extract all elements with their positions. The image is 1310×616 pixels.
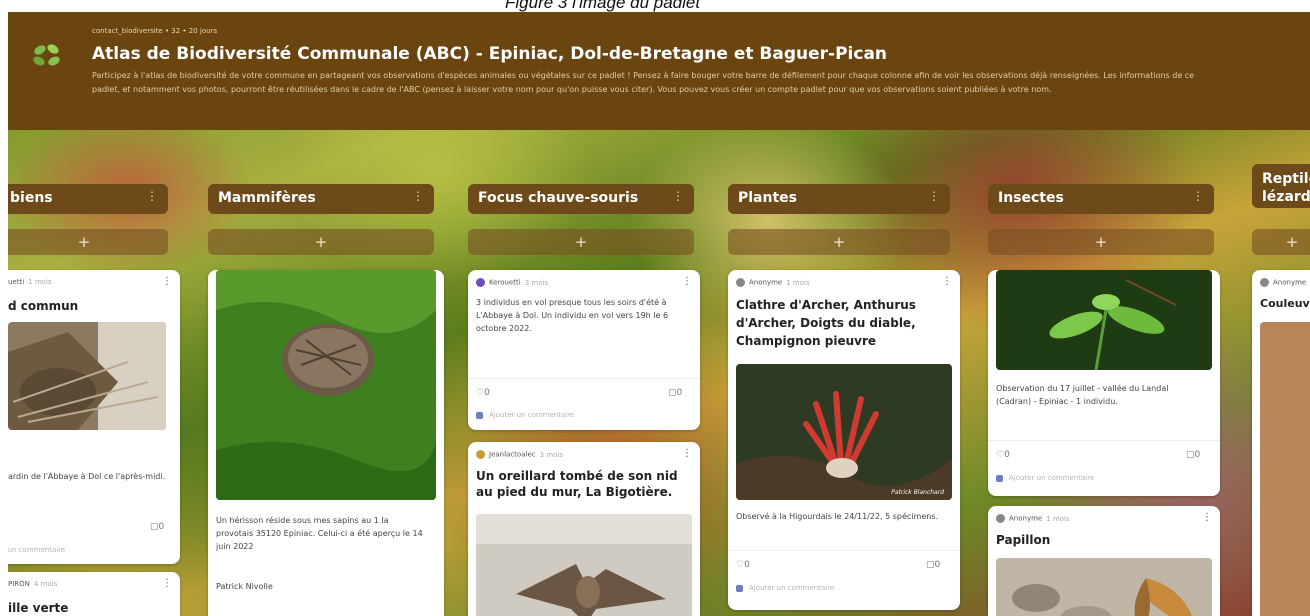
- add-comment[interactable]: Ajouter un commentaire: [736, 584, 834, 592]
- column-menu-icon[interactable]: ⋮: [928, 189, 940, 203]
- avatar: [1260, 278, 1269, 287]
- column-menu-icon[interactable]: ⋮: [1192, 189, 1204, 203]
- post-card[interactable]: Anonyme Couleuvre: [1252, 270, 1310, 616]
- add-comment[interactable]: Ajouter un commentaire: [996, 474, 1094, 482]
- post-title: d commun: [8, 299, 79, 313]
- post-title: ille verte: [8, 601, 69, 615]
- comment-count[interactable]: ▢0: [150, 522, 164, 532]
- leaves-logo-icon: [33, 44, 60, 66]
- column-header-reptiles[interactable]: Reptiles lézards: [1252, 164, 1310, 208]
- add-comment[interactable]: Ajouter un commentaire: [476, 411, 574, 419]
- dragonfly-photo: [996, 270, 1212, 370]
- post-menu-icon[interactable]: ⋮: [682, 448, 692, 459]
- column-menu-icon[interactable]: ⋮: [412, 189, 424, 203]
- fungus-photo: Patrick Blanchard: [736, 364, 952, 500]
- post-title: Couleuvre: [1260, 297, 1310, 310]
- column-header-mammiferes[interactable]: Mammifères ⋮: [208, 184, 434, 214]
- divider: [468, 378, 700, 379]
- post-card[interactable]: Kerouetti 3 mois ⋮ 3 individus en vol pre…: [468, 270, 700, 430]
- like-button[interactable]: ♡0: [736, 560, 750, 570]
- column-header-amphibiens[interactable]: biens ⋮: [8, 184, 168, 214]
- divider: [988, 440, 1220, 441]
- add-post-button[interactable]: +: [988, 229, 1214, 255]
- avatar: [996, 514, 1005, 523]
- post-title: Un oreillard tombé de son nid au pied du…: [476, 469, 678, 499]
- post-text: 3 individus en vol presque tous les soir…: [476, 298, 669, 333]
- avatar: [476, 278, 485, 287]
- post-title: Papillon: [996, 533, 1051, 547]
- hedgehog-photo: [216, 270, 436, 500]
- like-button[interactable]: ♡0: [996, 450, 1010, 460]
- post-menu-icon[interactable]: ⋮: [162, 578, 172, 589]
- avatar: [736, 278, 745, 287]
- post-card[interactable]: Un hérisson réside sous mes sapins au 1 …: [208, 270, 444, 616]
- snake-photo: [1260, 322, 1310, 616]
- bat-photo: [476, 514, 692, 616]
- board-title: Atlas de Biodiversité Communale (ABC) - …: [92, 44, 888, 64]
- add-comment[interactable]: Ajouter un commentaire: [8, 546, 65, 554]
- board-description: Participez à l'atlas de biodiversité de …: [92, 71, 1195, 94]
- post-card[interactable]: Anonyme 1 mois ⋮ Papillon: [988, 506, 1220, 616]
- comment-count[interactable]: ▢0: [926, 560, 940, 570]
- figure-caption: Figure 3 l'image du padlet: [505, 0, 701, 12]
- post-text: Un hérisson réside sous mes sapins au 1 …: [216, 516, 423, 551]
- add-post-button[interactable]: +: [728, 229, 950, 255]
- photo-credit: Patrick Blanchard: [891, 489, 944, 496]
- butterfly-photo: [996, 558, 1212, 616]
- column-menu-icon[interactable]: ⋮: [146, 189, 158, 203]
- avatar: [476, 450, 485, 459]
- post-title: Clathre d'Archer, Anthurus d'Archer, Doi…: [736, 298, 916, 348]
- add-post-button[interactable]: +: [468, 229, 694, 255]
- column-header-plantes[interactable]: Plantes ⋮: [728, 184, 950, 214]
- add-post-button[interactable]: +: [1252, 229, 1310, 255]
- divider: [728, 550, 960, 551]
- padlet-board: contact_biodiversite • 32 • 20 jours Atl…: [8, 12, 1310, 616]
- column-menu-icon[interactable]: ⋮: [672, 189, 684, 203]
- post-text: Observation du 17 juillet - vallée du La…: [996, 384, 1169, 406]
- post-menu-icon[interactable]: ⋮: [942, 276, 952, 287]
- comment-count[interactable]: ▢0: [668, 388, 682, 398]
- board-header: contact_biodiversite • 32 • 20 jours Atl…: [8, 12, 1310, 130]
- post-card[interactable]: Anonyme 1 mois ⋮ Clathre d'Archer, Anthur…: [728, 270, 960, 610]
- column-header-chauve-souris[interactable]: Focus chauve-souris ⋮: [468, 184, 694, 214]
- add-post-button[interactable]: +: [8, 229, 168, 255]
- comment-count[interactable]: ▢0: [1186, 450, 1200, 460]
- post-card[interactable]: PIRON 4 mois ⋮ ille verte: [8, 572, 180, 616]
- add-post-button[interactable]: +: [208, 229, 434, 255]
- post-card[interactable]: Observation du 17 juillet - vallée du La…: [988, 270, 1220, 496]
- post-menu-icon[interactable]: ⋮: [162, 276, 172, 287]
- like-button[interactable]: ♡0: [476, 388, 490, 398]
- post-menu-icon[interactable]: ⋮: [682, 276, 692, 287]
- post-card[interactable]: uetti 1 mois ⋮ d commun ardin de l'Abbaye…: [8, 270, 180, 564]
- post-signature: Patrick Nivolle: [216, 582, 273, 591]
- post-card[interactable]: Jeanlactoalec 3 mois ⋮ Un oreillard tombé…: [468, 442, 700, 616]
- board-meta: contact_biodiversite • 32 • 20 jours: [92, 27, 218, 35]
- post-text: ardin de l'Abbaye à Dol ce l'après-midi.: [8, 472, 166, 481]
- post-menu-icon[interactable]: ⋮: [1202, 512, 1212, 523]
- post-text: Observé à la Higourdais le 24/11/22, 5 s…: [736, 512, 939, 521]
- toad-photo: [8, 322, 166, 430]
- column-header-insectes[interactable]: Insectes ⋮: [988, 184, 1214, 214]
